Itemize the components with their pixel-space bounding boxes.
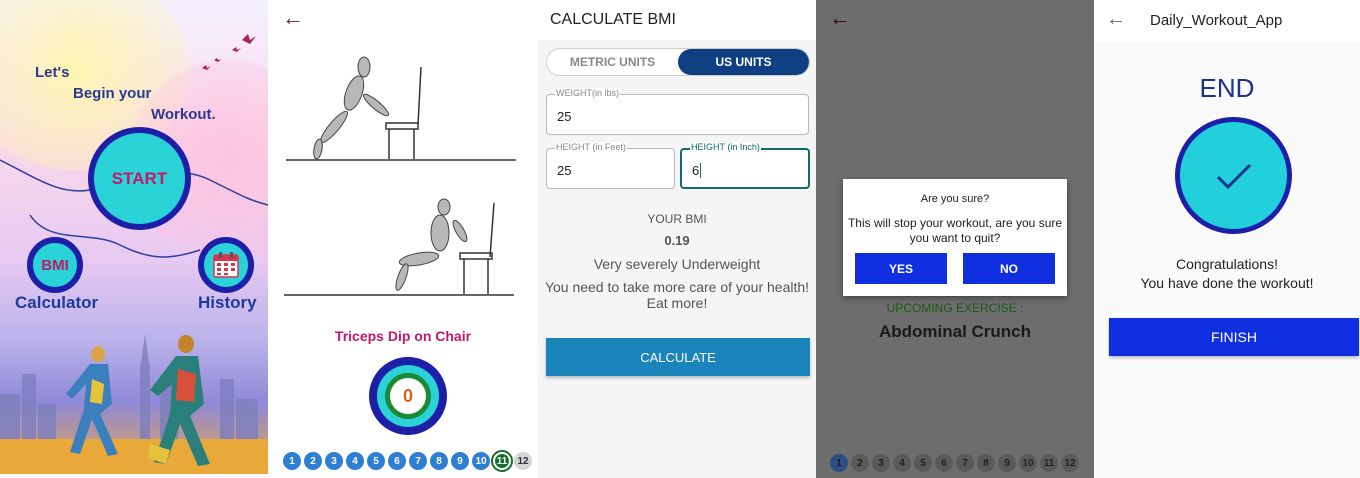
step-indicator: 4	[893, 454, 911, 472]
unit-toggle: METRIC UNITS US UNITS	[546, 48, 810, 76]
dialog-message: This will stop your workout, are you sur…	[847, 216, 1063, 245]
end-screen: ← Daily_Workout_App END Congratulations!…	[1094, 0, 1360, 478]
timer-ring: 0	[377, 365, 439, 427]
step-indicator: 8	[430, 452, 448, 470]
step-indicator: 1	[830, 454, 848, 472]
weight-label: WEIGHT(in lbs)	[555, 88, 620, 98]
finish-button[interactable]: FINISH	[1109, 318, 1359, 356]
screens-strip: Let's Begin your Workout. START BMI Calc…	[0, 0, 1360, 478]
back-arrow-icon[interactable]: ←	[1106, 8, 1126, 31]
us-units-tab[interactable]: US UNITS	[678, 49, 809, 75]
step-indicator: 1	[283, 452, 301, 470]
step-indicator: 9	[998, 454, 1016, 472]
exercise-illustration-top	[286, 56, 516, 161]
height-feet-field[interactable]: HEIGHT (in Feet) 25	[546, 142, 675, 189]
step-indicator: 7	[956, 454, 974, 472]
start-label: START	[111, 168, 168, 188]
step-indicator: 12	[514, 452, 532, 470]
app-bar: ← Daily_Workout_App	[1094, 0, 1360, 42]
yes-button[interactable]: YES	[855, 253, 947, 284]
exercise-title: Triceps Dip on Chair	[334, 328, 472, 344]
height-inch-label: HEIGHT (in Inch)	[690, 142, 761, 152]
metric-units-tab[interactable]: METRIC UNITS	[547, 49, 678, 75]
bmi-screen: CALCULATE BMI METRIC UNITS US UNITS WEIG…	[538, 0, 816, 478]
step-indicator: 6	[935, 454, 953, 472]
step-indicator: 3	[325, 452, 343, 470]
weight-value: 25	[557, 109, 572, 124]
step-indicator: 8	[977, 454, 995, 472]
upcoming-exercise-label: UPCOMING EXERCISE :	[886, 301, 1024, 315]
end-heading: END	[1199, 73, 1255, 103]
step-indicator: 12	[1061, 454, 1079, 472]
step-indicator: 7	[409, 452, 427, 470]
bmi-label: BMI	[41, 256, 69, 274]
exercise-illustration-bottom	[284, 198, 514, 296]
completion-badge	[1175, 117, 1292, 234]
height-feet-label: HEIGHT (in Feet)	[555, 142, 627, 152]
dialog-title: Are you sure?	[920, 193, 990, 205]
checkmark-icon	[1216, 163, 1251, 189]
upcoming-exercise-name: Abdominal Crunch	[878, 322, 1032, 341]
app-title: Daily_Workout_App	[1150, 12, 1283, 29]
bmi-button[interactable]: BMI	[27, 237, 83, 293]
bmi-advice: You need to take more care of your healt…	[544, 279, 810, 311]
your-bmi-label: YOUR BMI	[647, 212, 707, 226]
back-arrow-icon[interactable]: ←	[282, 5, 304, 31]
step-indicator: 5	[367, 452, 385, 470]
quit-dialog-screen: ← UPCOMING EXERCISE : Abdominal Crunch A…	[816, 0, 1094, 478]
calculate-button[interactable]: CALCULATE	[546, 338, 810, 376]
weight-field[interactable]: WEIGHT(in lbs) 25	[546, 88, 809, 135]
quit-dialog: Are you sure? This will stop your workou…	[843, 179, 1067, 296]
congrats-line-2: You have done the workout!	[1140, 275, 1314, 291]
bmi-category: Very severely Underweight	[593, 256, 761, 272]
step-indicator: 10	[1019, 454, 1037, 472]
bmi-value: 0.19	[664, 233, 690, 248]
app-bar: CALCULATE BMI	[538, 0, 816, 40]
step-indicator: 10	[472, 452, 490, 470]
height-inch-field[interactable]: HEIGHT (in Inch) 6	[680, 142, 810, 189]
step-indicator: 5	[914, 454, 932, 472]
motto-line-1: Let's	[35, 64, 70, 81]
exercise-screen: ← Triceps Dip on Chair 0 1 2 3 4 5 6 7 8…	[268, 0, 538, 478]
exercise-progress-steps: 1 2 3 4 5 6 7 8 9 10 11 12	[830, 454, 1079, 472]
congrats-text: Congratulations! You have done the worko…	[1094, 255, 1360, 293]
exercise-timer: 0	[369, 357, 447, 435]
back-arrow-icon[interactable]: ←	[829, 5, 851, 31]
step-indicator: 2	[851, 454, 869, 472]
step-indicator: 11	[491, 450, 513, 472]
home-screen: Let's Begin your Workout. START BMI Calc…	[0, 0, 268, 474]
step-indicator: 11	[1040, 454, 1058, 472]
city-runners-illustration	[0, 334, 268, 474]
motto-line-3: Workout.	[151, 106, 216, 123]
congrats-line-1: Congratulations!	[1176, 256, 1278, 272]
step-indicator: 3	[872, 454, 890, 472]
exercise-progress-steps: 1 2 3 4 5 6 7 8 9 10 11 12	[283, 450, 532, 472]
calculator-label: Calculator	[15, 293, 99, 312]
timer-value: 0	[385, 373, 431, 419]
step-indicator: 6	[388, 452, 406, 470]
history-button[interactable]	[198, 237, 254, 293]
birds-icon	[202, 34, 256, 70]
no-button[interactable]: NO	[963, 253, 1055, 284]
step-indicator: 4	[346, 452, 364, 470]
start-button[interactable]: START	[88, 127, 191, 230]
height-feet-value: 25	[557, 163, 572, 178]
motto-line-2: Begin your	[73, 85, 152, 102]
calendar-icon	[213, 252, 239, 278]
history-label: History	[198, 293, 257, 312]
step-indicator: 9	[451, 452, 469, 470]
height-inch-value: 6	[692, 163, 702, 178]
page-title: CALCULATE BMI	[550, 11, 676, 28]
step-indicator: 2	[304, 452, 322, 470]
